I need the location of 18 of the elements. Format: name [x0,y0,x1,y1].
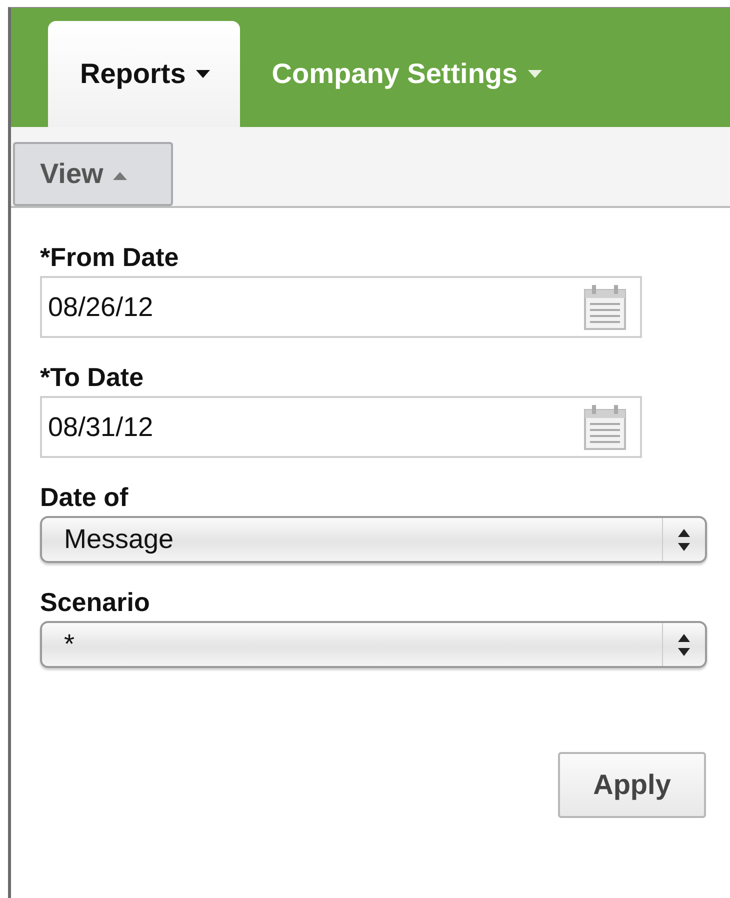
menu-tab[interactable]: Reports [48,21,240,127]
caret-icon [113,172,128,180]
stepper-arrows-icon [678,528,690,550]
view-button[interactable]: View [13,142,173,206]
calendar-icon [584,284,626,330]
field-label: *To Date [40,361,145,394]
field-label: Scenario [40,586,151,619]
caret-icon [196,70,210,78]
dropdown-select[interactable]: Message [40,516,707,563]
date-field[interactable]: 08/31/12 [40,396,642,458]
apply-button[interactable]: Apply [558,752,706,818]
dropdown-select[interactable]: * [40,621,707,668]
caret-icon [528,70,542,78]
calendar-icon [584,404,626,450]
stepper-arrows-icon [678,634,690,656]
date-field[interactable]: 08/26/12 [40,276,642,338]
field-label: Date of [40,481,130,514]
field-label: *From Date [40,241,180,274]
